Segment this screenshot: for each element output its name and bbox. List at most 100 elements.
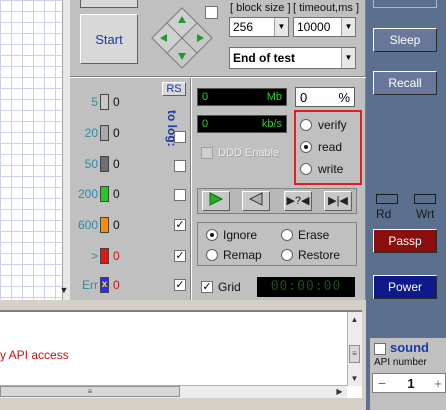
radio-icon[interactable] — [300, 119, 312, 131]
counter-swatch — [100, 94, 109, 110]
log-checkbox[interactable] — [174, 189, 186, 201]
sleep-button[interactable]: Sleep — [373, 28, 437, 52]
minus-icon[interactable]: − — [373, 375, 391, 391]
error-x-icon: x — [100, 277, 109, 293]
counter-label: > — [90, 249, 98, 263]
power-button[interactable]: Power — [373, 275, 437, 299]
mode-verify-option[interactable]: verify — [300, 116, 347, 134]
counter-swatch — [100, 156, 109, 172]
plus-icon[interactable]: + — [431, 376, 445, 391]
log-checkbox[interactable]: ✓ — [174, 279, 186, 291]
counter-row: 200 0 — [78, 183, 120, 205]
dpad-option-checkbox[interactable] — [205, 6, 218, 19]
block-size-select[interactable]: 256 ▼ — [229, 17, 289, 37]
mb-unit: Mb — [266, 91, 282, 103]
remap-option[interactable]: Remap — [206, 247, 262, 263]
log-checkbox[interactable] — [174, 131, 186, 143]
butterfly-button[interactable]: ▶|◀ — [324, 191, 352, 211]
random-seek-icon: ▶?◀ — [286, 195, 310, 207]
counter-label: 600 — [78, 218, 99, 232]
log-checkbox[interactable]: ✓ — [174, 250, 186, 262]
ignore-option[interactable]: Ignore — [206, 227, 257, 243]
api-number-stepper[interactable]: − 1 + — [372, 373, 446, 393]
mode-read-option[interactable]: read — [300, 138, 342, 156]
write-indicator — [414, 194, 436, 204]
grid-scroll-down-icon[interactable]: ▼ — [58, 283, 70, 297]
counter-label: 50 — [84, 157, 98, 171]
butterfly-icon: ▶|◀ — [328, 195, 348, 207]
radio-selected-icon[interactable] — [206, 229, 218, 241]
radio-icon[interactable] — [281, 249, 293, 261]
restore-option[interactable]: Restore — [281, 247, 340, 263]
percent-meter: 0 % — [295, 87, 355, 107]
top-button-stub[interactable] — [80, 0, 138, 8]
end-action-value: End of test — [233, 51, 295, 65]
counter-swatch — [100, 186, 109, 202]
erase-option[interactable]: Erase — [281, 227, 329, 243]
ignore-label: Ignore — [223, 228, 258, 242]
mode-write-option[interactable]: write — [300, 160, 343, 178]
grid-scrollbar[interactable] — [62, 0, 70, 300]
counter-row: 50 0 — [78, 153, 120, 175]
scroll-down-icon[interactable]: ▼ — [348, 372, 361, 385]
log-scroll-thumb[interactable]: ≡ — [349, 345, 360, 363]
log-hscroll-thumb[interactable]: ≡ — [0, 386, 180, 397]
grid-checkbox[interactable]: ✓ — [201, 281, 213, 293]
elapsed-timer: 00:00:00 — [257, 277, 355, 297]
write-indicator-label: Wrt — [416, 207, 435, 221]
log-checkbox[interactable]: ✓ — [174, 219, 186, 231]
reset-stats-button[interactable]: RS — [162, 82, 186, 96]
recall-button[interactable]: Recall — [373, 71, 437, 95]
ddd-enable-label: DDD Enable — [218, 147, 280, 159]
radio-icon[interactable] — [206, 249, 218, 261]
kbs-value: 0 — [202, 118, 209, 130]
counter-value: 0 — [113, 249, 120, 263]
surface-map-grid — [0, 0, 70, 300]
radio-icon[interactable] — [281, 229, 293, 241]
counter-row: Err x 0 — [78, 274, 120, 296]
counter-label: 5 — [91, 95, 98, 109]
remap-label: Remap — [223, 248, 262, 262]
end-action-select[interactable]: End of test ▼ — [229, 47, 356, 69]
sound-checkbox[interactable] — [374, 343, 386, 355]
counter-value: 0 — [113, 218, 120, 232]
reverse-icon — [248, 192, 263, 206]
ddd-enable-checkbox[interactable] — [201, 147, 213, 159]
counter-row: 600 0 — [78, 214, 120, 236]
mode-read-label: read — [318, 140, 343, 154]
panel-divider — [190, 78, 192, 300]
percent-unit: % — [338, 89, 350, 105]
scroll-right-icon[interactable]: ▶ — [333, 386, 346, 397]
radio-selected-icon[interactable] — [300, 141, 312, 153]
api-number-value[interactable]: 1 — [391, 376, 431, 391]
chevron-down-icon[interactable]: ▼ — [341, 48, 355, 68]
radio-icon[interactable] — [300, 163, 312, 175]
scroll-up-icon[interactable]: ▲ — [348, 313, 361, 326]
status-strip — [0, 398, 366, 410]
log-checkbox[interactable] — [174, 160, 186, 172]
sound-label: sound — [390, 340, 429, 355]
log-entry: y API access — [0, 348, 69, 362]
timeout-select[interactable]: 10000 ▼ — [293, 17, 356, 37]
read-indicator — [376, 194, 398, 204]
counter-label: 200 — [78, 187, 99, 201]
timeout-value: 10000 — [297, 20, 331, 34]
start-button[interactable]: Start — [80, 14, 138, 64]
counter-value: 0 — [113, 95, 120, 109]
play-backward-button[interactable] — [242, 191, 270, 211]
chevron-down-icon[interactable]: ▼ — [274, 18, 288, 36]
sidebar-top-button-stub[interactable] — [373, 0, 437, 8]
counter-label: Err — [82, 278, 98, 292]
passport-button[interactable]: Passp — [373, 229, 437, 253]
counter-value: 0 — [113, 187, 120, 201]
play-icon — [209, 192, 224, 206]
block-size-value: 256 — [233, 20, 254, 34]
chevron-down-icon[interactable]: ▼ — [341, 18, 355, 36]
random-seek-button[interactable]: ▶?◀ — [284, 191, 312, 211]
counter-swatch — [100, 217, 109, 233]
mb-value: 0 — [202, 91, 209, 103]
counter-row: 20 0 — [78, 122, 120, 144]
play-forward-button[interactable] — [202, 191, 230, 211]
api-number-label: API number — [374, 357, 427, 368]
counter-row: 5 0 — [78, 91, 120, 113]
